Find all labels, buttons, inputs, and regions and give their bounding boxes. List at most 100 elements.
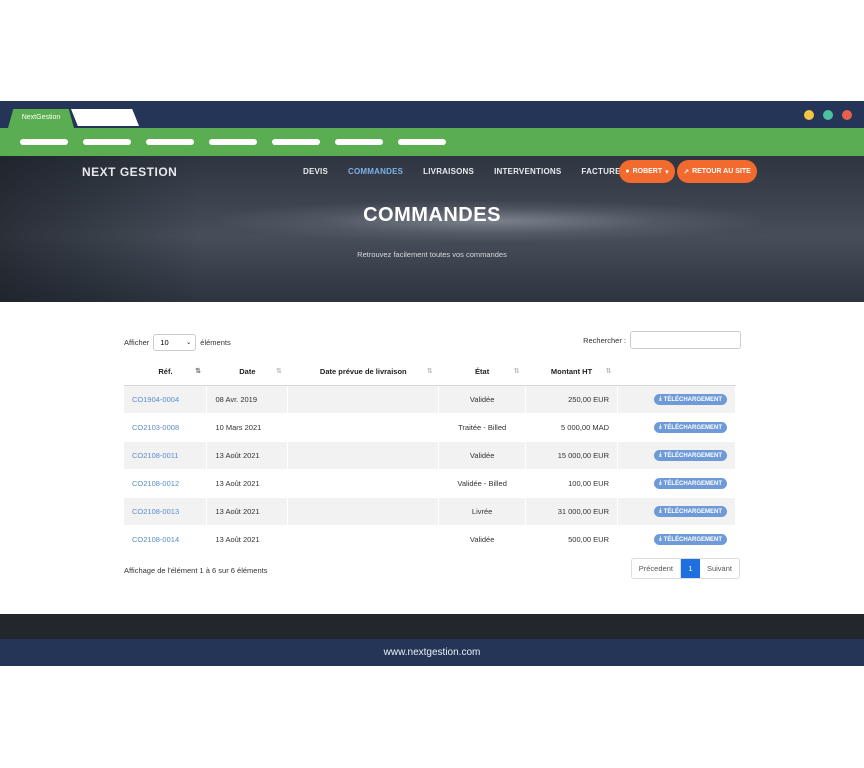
download-button[interactable]: ⤓ TÉLÉCHARGEMENT bbox=[654, 422, 727, 433]
browser-window: NextGestion NEXT GESTION DEVIS COMMANDES… bbox=[0, 101, 864, 666]
toolbar-placeholder bbox=[209, 139, 257, 145]
sort-icon: ⇅ bbox=[426, 368, 433, 375]
download-button[interactable]: ⤓ TÉLÉCHARGEMENT bbox=[654, 478, 727, 489]
column-delivery-date[interactable]: Date prévue de livraison ⇅ bbox=[287, 358, 439, 386]
maximize-dot[interactable] bbox=[823, 110, 833, 120]
table-row: CO2108-0013 13 Août 2021 Livrée 31 000,0… bbox=[124, 497, 736, 526]
order-action: ⤓ TÉLÉCHARGEMENT bbox=[617, 469, 736, 498]
order-ref-link[interactable]: CO2108-0014 bbox=[124, 525, 208, 554]
order-date: 13 Août 2021 bbox=[206, 441, 289, 470]
column-ref[interactable]: Réf. ⇅ bbox=[124, 358, 207, 386]
download-icon: ⤓ bbox=[659, 424, 662, 430]
show-label: Afficher bbox=[124, 338, 150, 347]
brand-logo[interactable]: NEXT GESTION bbox=[82, 165, 177, 179]
main-nav: DEVIS COMMANDES LIVRAISONS INTERVENTIONS… bbox=[303, 167, 646, 176]
page-size-control: Afficher 10 ⌄ éléments bbox=[124, 334, 231, 351]
pagination: Précedent 1 Suivant bbox=[630, 558, 740, 579]
download-button[interactable]: ⤓ TÉLÉCHARGEMENT bbox=[654, 394, 727, 405]
order-action: ⤓ TÉLÉCHARGEMENT bbox=[617, 441, 736, 470]
tab-nextgestion[interactable]: NextGestion bbox=[8, 109, 74, 128]
orders-table: Réf. ⇅ Date ⇅ Date prévue de livraison ⇅ Ét… bbox=[124, 358, 736, 554]
download-button[interactable]: ⤓ TÉLÉCHARGEMENT bbox=[654, 506, 727, 517]
page-size-value: 10 bbox=[160, 338, 169, 347]
order-amount: 250,00 EUR bbox=[525, 385, 618, 414]
download-label: TÉLÉCHARGEMENT bbox=[663, 536, 722, 543]
order-ref-link[interactable]: CO1904-0004 bbox=[124, 385, 208, 414]
table-row: CO2108-0014 13 Août 2021 Validée 500,00 … bbox=[124, 525, 736, 554]
order-date: 13 Août 2021 bbox=[206, 497, 289, 526]
hero-banner: NEXT GESTION DEVIS COMMANDES LIVRAISONS … bbox=[0, 156, 864, 302]
order-amount: 500,00 EUR bbox=[525, 525, 618, 554]
order-ref-link[interactable]: CO2108-0012 bbox=[124, 469, 208, 498]
download-icon: ⤓ bbox=[659, 536, 662, 542]
column-label: État bbox=[475, 366, 490, 376]
download-label: TÉLÉCHARGEMENT bbox=[663, 424, 722, 431]
search-input[interactable] bbox=[630, 331, 741, 349]
footer-top bbox=[0, 614, 864, 639]
tab-blank[interactable] bbox=[71, 109, 139, 126]
table-row: CO2103-0008 10 Mars 2021 Traitée - Bille… bbox=[124, 413, 736, 442]
order-action: ⤓ TÉLÉCHARGEMENT bbox=[617, 497, 736, 526]
order-delivery-date bbox=[287, 497, 440, 526]
order-amount: 31 000,00 EUR bbox=[525, 497, 618, 526]
minimize-dot[interactable] bbox=[804, 110, 814, 120]
order-state: Livrée bbox=[438, 497, 527, 526]
order-action: ⤓ TÉLÉCHARGEMENT bbox=[617, 413, 736, 442]
column-date[interactable]: Date ⇅ bbox=[206, 358, 288, 386]
order-state: Validée bbox=[438, 385, 527, 414]
order-ref-link[interactable]: CO2108-0013 bbox=[124, 497, 208, 526]
table-row: CO2108-0011 13 Août 2021 Validée 15 000,… bbox=[124, 441, 736, 470]
nav-interventions[interactable]: INTERVENTIONS bbox=[494, 167, 561, 176]
close-dot[interactable] bbox=[842, 110, 852, 120]
order-action: ⤓ TÉLÉCHARGEMENT bbox=[617, 525, 736, 554]
order-delivery-date bbox=[287, 469, 440, 498]
toolbar-placeholder bbox=[272, 139, 320, 145]
table-header-row: Réf. ⇅ Date ⇅ Date prévue de livraison ⇅ Ét… bbox=[124, 358, 736, 386]
download-button[interactable]: ⤓ TÉLÉCHARGEMENT bbox=[654, 534, 727, 545]
pagination-next[interactable]: Suivant bbox=[700, 559, 739, 578]
back-to-site-button[interactable]: ↗ RETOUR AU SITE bbox=[677, 160, 757, 183]
footer-url[interactable]: www.nextgestion.com bbox=[0, 639, 864, 666]
nav-commandes[interactable]: COMMANDES bbox=[348, 167, 403, 176]
order-date: 13 Août 2021 bbox=[206, 525, 289, 554]
search-label: Rechercher : bbox=[583, 335, 626, 345]
user-icon: ● bbox=[625, 168, 630, 175]
download-label: TÉLÉCHARGEMENT bbox=[663, 396, 722, 403]
user-button-label: ROBERT bbox=[632, 168, 663, 175]
caret-down-icon: ▾ bbox=[665, 168, 669, 176]
column-amount[interactable]: Montant HT ⇅ bbox=[525, 358, 618, 386]
nav-devis[interactable]: DEVIS bbox=[303, 167, 328, 176]
order-ref-link[interactable]: CO2108-0011 bbox=[124, 441, 208, 470]
window-controls bbox=[804, 110, 852, 120]
download-button[interactable]: ⤓ TÉLÉCHARGEMENT bbox=[654, 450, 727, 461]
order-amount: 100,00 EUR bbox=[525, 469, 618, 498]
toolbar-placeholder bbox=[398, 139, 446, 145]
pagination-prev[interactable]: Précedent bbox=[632, 559, 681, 578]
pagination-info: Affichage de l'élément 1 à 6 sur 6 éléme… bbox=[124, 566, 268, 575]
user-menu-button[interactable]: ● ROBERT ▾ bbox=[619, 160, 675, 183]
order-amount: 5 000,00 MAD bbox=[525, 413, 618, 442]
tab-bar: NextGestion bbox=[0, 101, 864, 128]
order-date: 10 Mars 2021 bbox=[206, 413, 289, 442]
pagination-page-1[interactable]: 1 bbox=[680, 559, 700, 578]
page-size-select[interactable]: 10 ⌄ bbox=[153, 334, 197, 351]
tab-label: NextGestion bbox=[21, 114, 61, 121]
table-row: CO1904-0004 08 Avr. 2019 Validée 250,00 … bbox=[124, 385, 736, 414]
column-label: Date prévue de livraison bbox=[319, 366, 407, 376]
browser-toolbar bbox=[0, 128, 864, 156]
download-icon: ⤓ bbox=[659, 452, 662, 458]
toolbar-placeholder bbox=[20, 139, 68, 145]
chevron-down-icon: ⌄ bbox=[186, 340, 192, 346]
order-state: Validée bbox=[438, 441, 527, 470]
nav-livraisons[interactable]: LIVRAISONS bbox=[423, 167, 474, 176]
order-ref-link[interactable]: CO2103-0008 bbox=[124, 413, 208, 442]
toolbar-placeholder bbox=[335, 139, 383, 145]
column-state[interactable]: État ⇅ bbox=[438, 358, 526, 386]
order-action: ⤓ TÉLÉCHARGEMENT bbox=[617, 385, 736, 414]
toolbar-placeholder bbox=[146, 139, 194, 145]
order-state: Validée - Billed bbox=[438, 469, 527, 498]
order-state: Validée bbox=[438, 525, 527, 554]
download-label: TÉLÉCHARGEMENT bbox=[663, 508, 722, 515]
sort-icon: ⇅ bbox=[605, 368, 612, 375]
download-label: TÉLÉCHARGEMENT bbox=[663, 480, 722, 487]
